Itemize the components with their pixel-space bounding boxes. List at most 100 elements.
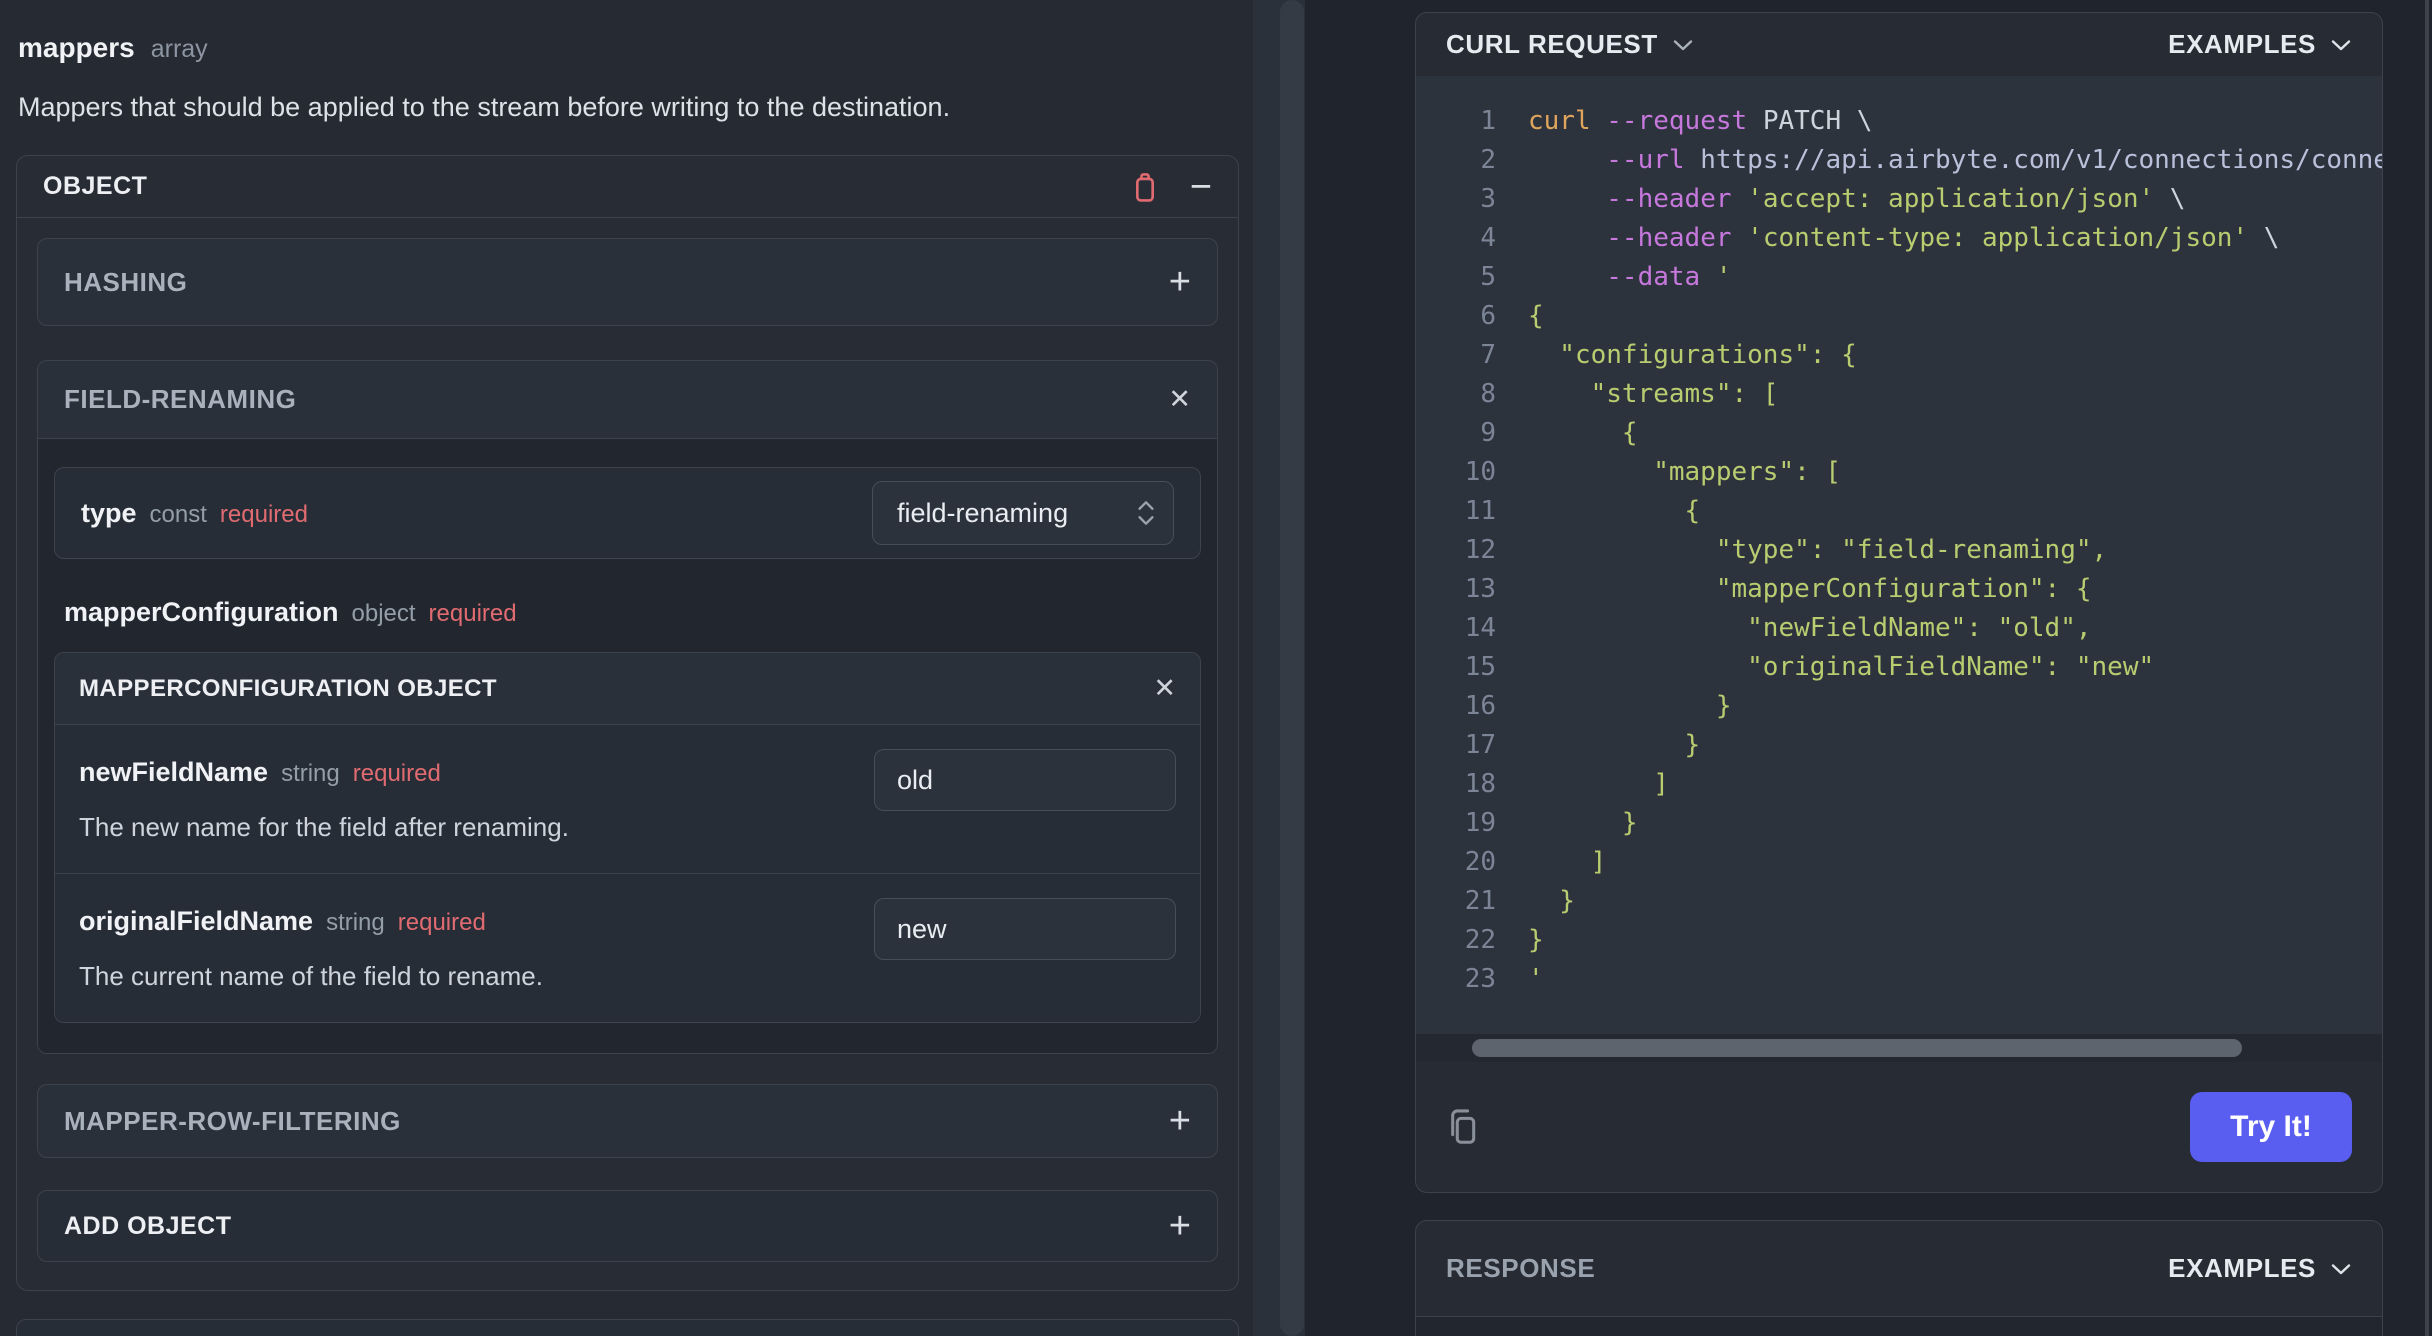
code-line: 2 --url https://api.airbyte.com/v1/conne…: [1416, 141, 2382, 180]
code-lines: 1 curl --request PATCH \ 2 --url https://a…: [1416, 102, 2382, 999]
type-property-meta: type const required: [81, 498, 308, 529]
line-number: 16: [1464, 691, 1496, 721]
expand-plus-icon: +: [1168, 261, 1191, 303]
line-number: 23: [1464, 964, 1496, 994]
curl-request-dropdown[interactable]: CURL REQUEST: [1446, 29, 1694, 60]
code-text: "configurations": {: [1528, 340, 1857, 370]
line-number: 2: [1480, 145, 1496, 175]
stepper-icon: [1135, 497, 1157, 529]
plus-icon: +: [1168, 1205, 1191, 1247]
property-heading: mappers array: [18, 32, 1239, 64]
line-number: 8: [1480, 379, 1496, 409]
object-card-header: OBJECT −: [17, 156, 1238, 218]
code-line: 23 ': [1416, 960, 2382, 999]
collapse-object-button[interactable]: −: [1190, 168, 1212, 206]
horizontal-scrollbar: [1416, 1034, 2382, 1062]
add-object-bottom-button[interactable]: ADD OBJECT +: [16, 1319, 1239, 1336]
close-mapper-configuration-button[interactable]: ✕: [1153, 675, 1176, 702]
code-text: ]: [1528, 769, 1669, 799]
field-name-label: originalFieldName: [79, 906, 314, 936]
schema-panel: mappers array Mappers that should be app…: [0, 0, 1253, 1336]
curl-panel-header: CURL REQUEST EXAMPLES: [1416, 13, 2382, 76]
field-kind-label: string: [326, 909, 385, 936]
new-field-name-input[interactable]: [874, 749, 1176, 811]
response-panel-header: RESPONSE EXAMPLES: [1416, 1221, 2382, 1317]
mapper-configuration-header: MAPPERCONFIGURATION OBJECT ✕: [55, 653, 1200, 725]
code-text: "mappers": [: [1528, 457, 1842, 487]
object-card-actions: −: [1130, 168, 1212, 206]
close-icon: ✕: [1168, 384, 1191, 414]
code-text: ': [1528, 964, 1544, 994]
code-line: 1 curl --request PATCH \: [1416, 102, 2382, 141]
close-field-renaming-button[interactable]: ✕: [1168, 386, 1191, 413]
line-number: 1: [1480, 106, 1496, 136]
type-select[interactable]: field-renaming: [872, 481, 1174, 545]
property-type-badge: array: [150, 35, 208, 63]
code-text: "mapperConfiguration": {: [1528, 574, 2092, 604]
code-text: curl --request PATCH \: [1528, 106, 1873, 136]
code-line: 18 ]: [1416, 765, 2382, 804]
api-docs-page: mappers array Mappers that should be app…: [0, 0, 2432, 1336]
code-text: "streams": [: [1528, 379, 1779, 409]
code-text: }: [1528, 808, 1638, 838]
delete-object-button[interactable]: [1130, 170, 1160, 204]
examples-dropdown[interactable]: EXAMPLES: [2168, 29, 2352, 60]
minus-icon: −: [1189, 165, 1212, 208]
mapper-configuration-card: MAPPERCONFIGURATION OBJECT ✕ newFieldNam…: [54, 652, 1201, 1023]
code-text: --header 'content-type: application/json…: [1606, 223, 2280, 253]
code-text: }: [1528, 886, 1575, 916]
section-hashing[interactable]: HASHING +: [37, 238, 1218, 326]
object-card-body: HASHING + FIELD-RENAMING ✕ type const re…: [17, 218, 1238, 1290]
line-number: 15: [1464, 652, 1496, 682]
section-field-renaming: FIELD-RENAMING ✕ type const required fie…: [37, 360, 1218, 1054]
line-number: 20: [1464, 847, 1496, 877]
horizontal-scrollbar-thumb[interactable]: [1472, 1039, 2242, 1057]
line-number: 3: [1480, 184, 1496, 214]
page-scrollbar[interactable]: [2425, 0, 2429, 1336]
code-line: 19 }: [1416, 804, 2382, 843]
field-kind-label: object: [351, 600, 416, 627]
try-it-button[interactable]: Try It!: [2190, 1092, 2352, 1162]
line-number: 11: [1464, 496, 1496, 526]
line-number: 5: [1480, 262, 1496, 292]
code-line: 14 "newFieldName": "old",: [1416, 609, 2382, 648]
line-number: 19: [1464, 808, 1496, 838]
section-mapper-row-filtering[interactable]: MAPPER-ROW-FILTERING +: [37, 1084, 1218, 1158]
line-number: 13: [1464, 574, 1496, 604]
code-line: 7 "configurations": {: [1416, 336, 2382, 375]
chevron-down-icon: [2330, 1262, 2352, 1276]
required-badge: required: [352, 760, 441, 787]
curl-panel-footer: Try It!: [1416, 1062, 2382, 1192]
add-object-button[interactable]: ADD OBJECT +: [37, 1190, 1218, 1262]
field-name-label: type: [81, 497, 137, 528]
line-number: 14: [1464, 613, 1496, 643]
close-icon: ✕: [1153, 673, 1176, 703]
code-text: {: [1528, 418, 1638, 448]
original-field-name-input[interactable]: [874, 898, 1176, 960]
code-line: 9 {: [1416, 414, 2382, 453]
code-text: }: [1528, 691, 1732, 721]
code-text: {: [1528, 301, 1544, 331]
new-field-name-meta: newFieldName string required The new nam…: [79, 749, 569, 843]
property-name: mappers: [18, 32, 135, 63]
field-kind-label: const: [149, 500, 207, 528]
expand-plus-icon: +: [1168, 1100, 1191, 1142]
panel-divider: [1253, 0, 1305, 1336]
field-renaming-body: type const required field-renaming mappe…: [38, 439, 1217, 1053]
response-panel: RESPONSE EXAMPLES: [1415, 1220, 2383, 1336]
code-line: 10 "mappers": [: [1416, 453, 2382, 492]
code-text: --url https://api.airbyte.com/v1/connect…: [1606, 145, 2382, 175]
required-badge: required: [397, 909, 486, 936]
line-number: 9: [1480, 418, 1496, 448]
field-renaming-label: FIELD-RENAMING: [64, 384, 297, 414]
response-body: [1416, 1317, 2382, 1336]
type-property-row: type const required field-renaming: [54, 467, 1201, 559]
vertical-scrollbar-thumb[interactable]: [1280, 0, 1304, 1336]
code-text: --header 'accept: application/json' \: [1606, 184, 2186, 214]
code-line: 8 "streams": [: [1416, 375, 2382, 414]
response-examples-dropdown[interactable]: EXAMPLES: [2168, 1253, 2352, 1284]
code-line: 21 }: [1416, 882, 2382, 921]
section-mapper-row-filtering-label: MAPPER-ROW-FILTERING: [64, 1105, 401, 1136]
code-line: 4 --header 'content-type: application/js…: [1416, 219, 2382, 258]
copy-code-button[interactable]: [1442, 1104, 1484, 1150]
